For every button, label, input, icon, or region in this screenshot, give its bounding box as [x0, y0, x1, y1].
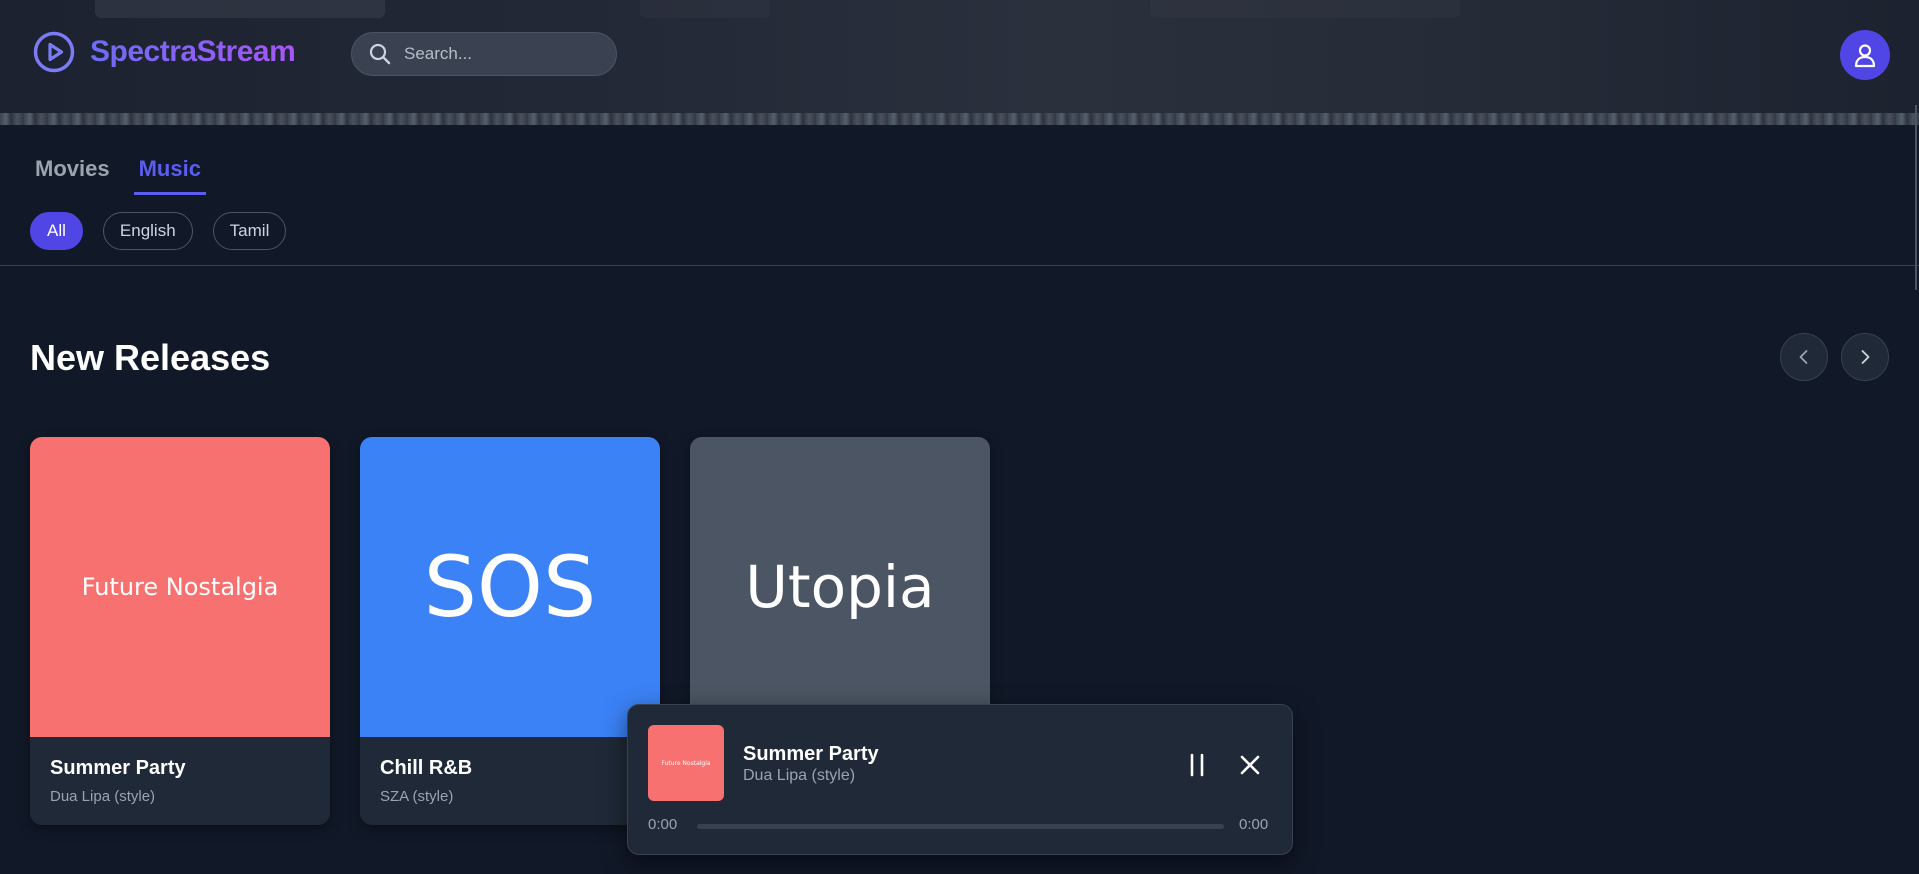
- player-album-art[interactable]: Future Nostalgia: [648, 725, 724, 801]
- background-blur-shape: [95, 0, 385, 18]
- player-album-art-text: Future Nostalgia: [661, 759, 711, 767]
- tab-music[interactable]: Music: [133, 156, 206, 195]
- filter-tamil[interactable]: Tamil: [212, 212, 287, 250]
- category-tabs: Movies Music: [35, 156, 230, 195]
- user-avatar-button[interactable]: [1840, 30, 1890, 80]
- page-scrollbar[interactable]: [1915, 105, 1917, 290]
- divider: [0, 265, 1919, 266]
- background-blur-shape: [640, 0, 770, 18]
- album-card[interactable]: SOS Chill R&B SZA (style): [360, 437, 660, 825]
- album-title: Chill R&B: [380, 757, 473, 779]
- player-track-title: Summer Party: [743, 743, 879, 765]
- album-title: Summer Party: [50, 757, 186, 779]
- section-title: New Releases: [30, 337, 271, 378]
- carousel-prev-button[interactable]: [1780, 333, 1828, 381]
- player-track-artist: Dua Lipa (style): [743, 767, 856, 784]
- album-art: SOS: [360, 437, 660, 737]
- header-image-strip: [0, 113, 1919, 125]
- album-artist: SZA (style): [380, 788, 454, 805]
- album-art-text: Utopia: [745, 553, 935, 621]
- filter-all[interactable]: All: [30, 212, 83, 250]
- album-art: Future Nostalgia: [30, 437, 330, 737]
- search-input[interactable]: [402, 43, 606, 65]
- app-name: SpectraStream: [90, 35, 296, 68]
- tab-movies[interactable]: Movies: [35, 156, 115, 195]
- background-blur-shape: [1150, 0, 1460, 18]
- search-icon: [369, 43, 391, 65]
- play-circle-icon: [33, 31, 75, 73]
- album-artist: Dua Lipa (style): [50, 788, 156, 805]
- player-duration: 0:00: [1239, 816, 1269, 833]
- player-progress-bar[interactable]: [697, 824, 1224, 829]
- player-current-time: 0:00: [648, 816, 678, 833]
- chevron-left-icon: [1799, 350, 1808, 364]
- mini-player: Future Nostalgia Summer Party Dua Lipa (…: [627, 704, 1293, 855]
- user-icon: [1854, 44, 1876, 68]
- filter-english[interactable]: English: [102, 212, 193, 250]
- app-logo[interactable]: SpectraStream: [32, 30, 296, 74]
- top-header: SpectraStream: [0, 0, 1919, 113]
- language-filters: All English Tamil: [30, 212, 287, 250]
- chevron-right-icon: [1861, 350, 1870, 364]
- search-bar[interactable]: [351, 32, 617, 76]
- album-art-text: Future Nostalgia: [81, 573, 279, 601]
- close-icon[interactable]: [1238, 753, 1262, 777]
- album-card[interactable]: Future Nostalgia Summer Party Dua Lipa (…: [30, 437, 330, 825]
- pause-icon[interactable]: [1184, 752, 1210, 778]
- album-art: Utopia: [690, 437, 990, 737]
- carousel-next-button[interactable]: [1841, 333, 1889, 381]
- album-art-text: SOS: [423, 538, 597, 636]
